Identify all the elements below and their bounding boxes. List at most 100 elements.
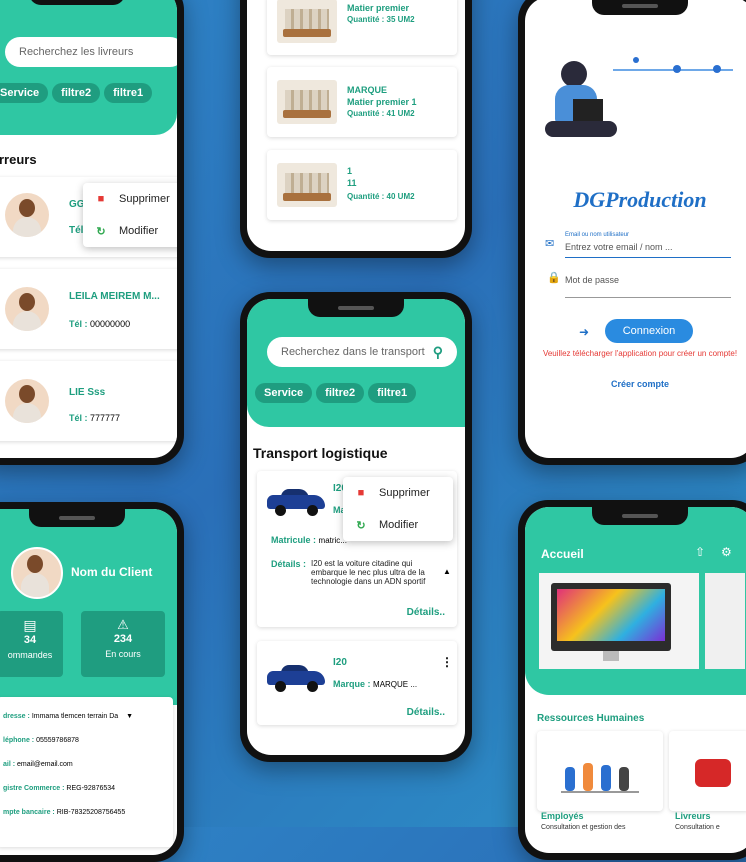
item-tel: Tél : 00000000: [69, 319, 130, 329]
field-label: gistre Commerce :: [3, 785, 65, 792]
product-line2: Quantité : 40 UM2: [347, 192, 415, 201]
password-field[interactable]: Mot de passe: [565, 275, 725, 285]
menu-edit[interactable]: ↻ Modifier: [83, 215, 177, 247]
field-value: RIB-78325208756455: [56, 809, 126, 816]
menu-delete[interactable]: ■ Supprimer: [83, 183, 177, 215]
illustration: [543, 37, 743, 157]
product-row[interactable]: 1 11 Quantité : 40 UM2: [267, 150, 457, 220]
transport-card[interactable]: I20 ⋮ Marque : MARQUE ... Détails..: [257, 641, 457, 725]
password-underline: [565, 297, 731, 298]
field-registre: gistre Commerce : REG-92876534: [3, 785, 115, 792]
list-item[interactable]: LIE Sss Tél : 777777: [0, 361, 177, 441]
phone-transport: Recherchez dans le transport ⚲ Service fi…: [240, 292, 472, 762]
banner-image: [539, 573, 699, 669]
stat-commandes[interactable]: ▤ 34 ommandes: [0, 611, 63, 677]
create-account-link[interactable]: Créer compte: [525, 379, 746, 389]
trash-icon: ■: [97, 193, 105, 205]
expand-icon[interactable]: ▲: [443, 567, 451, 576]
tel-value: 777777: [90, 413, 121, 423]
alert-icon: ⚠: [117, 617, 129, 632]
card-title: Livreurs: [675, 811, 711, 821]
search-icon[interactable]: ⚲: [433, 344, 443, 361]
avatar: [5, 193, 49, 237]
phone-livreurs: Recherchez les livreurs Service filtre2 fi…: [0, 0, 184, 465]
lock-icon: 🔒: [547, 272, 561, 284]
marque-value: MARQUE ...: [373, 680, 418, 689]
filter-chip-service[interactable]: Service: [0, 83, 49, 103]
product-line2: Quantité : 35 UM2: [347, 15, 415, 24]
filter-chips: Service filtre2 filtre1: [0, 83, 156, 103]
product-row[interactable]: Matier premier Quantité : 35 UM2: [267, 0, 457, 55]
product-line0: MARQUE: [347, 85, 387, 95]
field-label: léphone :: [3, 737, 35, 744]
filter-chip-filtre2[interactable]: filtre2: [52, 83, 101, 103]
field-label: dresse :: [3, 713, 30, 720]
section-title: rreurs: [0, 152, 37, 167]
field-value: email@email.com: [17, 761, 73, 768]
menu-delete[interactable]: ■ Supprimer: [343, 477, 453, 509]
filter-chips: Service filtre2 filtre1: [255, 383, 420, 403]
notch: [29, 509, 125, 527]
menu-edit-label: Modifier: [379, 519, 419, 531]
search-input[interactable]: Recherchez les livreurs: [5, 37, 177, 67]
avatar: [5, 379, 49, 423]
settings-icon[interactable]: ⚙: [721, 545, 732, 559]
list-icon: ▤: [23, 617, 37, 633]
item-name: LEILA MEIREM M...: [69, 291, 160, 302]
card-desc: Consultation et gestion des: [541, 824, 626, 831]
tel-label: Tél :: [69, 319, 88, 329]
brand-title: DGProduction: [573, 187, 707, 212]
stat-en-cours[interactable]: ⚠ 234 En cours: [81, 611, 165, 677]
phone-home: Accueil ⇧ ⚙ Ressources Humaines Employés…: [518, 500, 746, 860]
edit-icon: ↻: [96, 225, 106, 238]
menu-edit[interactable]: ↻ Modifier: [343, 509, 453, 541]
details-link[interactable]: Détails..: [407, 607, 445, 618]
field-address: dresse : Immama tlemcen terrain Da ▼: [3, 713, 133, 720]
car-image: [267, 663, 325, 693]
matricule: Matricule : matric...: [271, 535, 347, 545]
product-row[interactable]: MARQUE Matier premier 1 Quantité : 41 UM…: [267, 67, 457, 137]
card-desc: Consultation e: [675, 824, 720, 831]
matricule-label: Matricule :: [271, 535, 317, 545]
email-label: Email ou nom utilisateur: [565, 232, 630, 238]
upload-icon[interactable]: ⇧: [695, 545, 705, 559]
field-label: mpte bancaire :: [3, 809, 55, 816]
stat-label: ommandes: [7, 650, 53, 660]
field-label: ail :: [3, 761, 16, 768]
dropdown-icon[interactable]: ▼: [126, 713, 133, 720]
details-link[interactable]: Détails..: [407, 707, 445, 718]
avatar: [5, 287, 49, 331]
team-illustration: [561, 755, 641, 795]
login-arrow-icon: ➜: [579, 325, 590, 339]
context-menu: ■ Supprimer ↻ Modifier: [83, 183, 177, 247]
menu-delete-label: Supprimer: [379, 487, 430, 499]
filter-chip-filtre1[interactable]: filtre1: [368, 383, 417, 403]
search-input[interactable]: Recherchez dans le transport ⚲: [267, 337, 457, 367]
filter-chip-filtre1[interactable]: filtre1: [104, 83, 153, 103]
field-phone: léphone : 05559786878: [3, 737, 79, 744]
menu-edit-label: Modifier: [119, 225, 159, 237]
product-line2: Quantité : 41 UM2: [347, 109, 415, 118]
delivery-illustration: [695, 759, 731, 787]
phone-client: Nom du Client ▤ 34 ommandes ⚠ 234 En cou…: [0, 502, 184, 862]
filter-chip-service[interactable]: Service: [255, 383, 313, 403]
list-item[interactable]: LEILA MEIREM M... Tél : 00000000: [0, 269, 177, 349]
filter-chip-filtre2[interactable]: filtre2: [316, 383, 365, 403]
phone-products: Matier premier Quantité : 35 UM2 MARQUE …: [240, 0, 472, 258]
client-avatar: [11, 547, 63, 599]
tel-label: Tél :: [69, 413, 88, 423]
module-card-livreurs[interactable]: [669, 731, 746, 811]
more-icon[interactable]: ⋮: [441, 655, 453, 669]
module-card-employes[interactable]: [537, 731, 663, 811]
phone-login: DGProduction ✉ Email ou nom utilisateur …: [518, 0, 746, 465]
product-image: [277, 163, 337, 207]
login-button[interactable]: Connexion: [605, 319, 693, 343]
email-field[interactable]: Entrez votre email / nom ...: [565, 242, 725, 252]
notch: [592, 0, 688, 15]
tel-value: 00000000: [90, 319, 131, 329]
menu-delete-label: Supprimer: [119, 193, 170, 205]
field-value: 05559786878: [36, 737, 79, 744]
page-title: Transport logistique: [253, 445, 388, 461]
product-line1: Matier premier 1: [347, 97, 417, 107]
marque: Marque : MARQUE ...: [333, 679, 417, 689]
